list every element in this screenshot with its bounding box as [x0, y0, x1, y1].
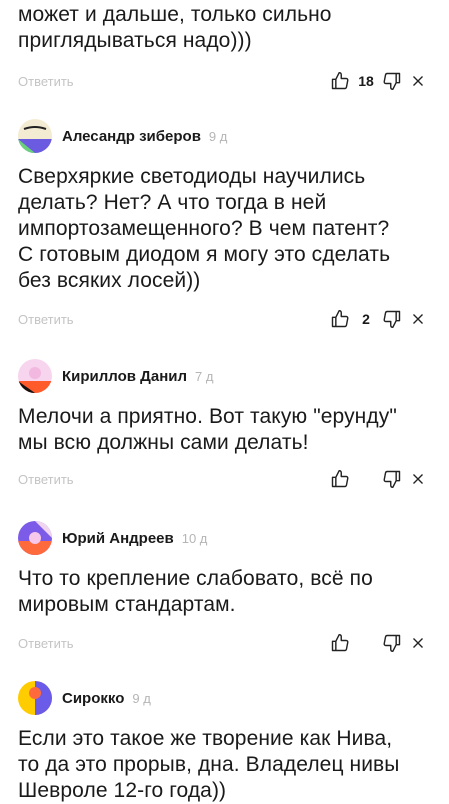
thumb-up-icon[interactable] — [327, 466, 353, 492]
thumb-down-icon[interactable] — [379, 68, 405, 94]
author-name[interactable]: Кириллов Данил — [62, 368, 187, 385]
comment-time: 9 д — [132, 690, 151, 706]
thumb-up-icon[interactable] — [327, 306, 353, 332]
more-icon[interactable] — [405, 306, 431, 332]
avatar[interactable] — [18, 119, 52, 153]
more-icon[interactable] — [405, 466, 431, 492]
comment: Юрий Андреев 10 д Что то крепление слабо… — [0, 518, 449, 658]
avatar[interactable] — [18, 359, 52, 393]
comment-text: Сверхяркие светодиоды научились делать? … — [18, 165, 391, 292]
comment-text: Что то крепление слабовато, всё по миров… — [18, 567, 373, 616]
like-count: 18 — [358, 73, 374, 89]
thumb-up-icon[interactable] — [327, 68, 353, 94]
thumb-down-icon[interactable] — [379, 630, 405, 656]
thumb-down-icon[interactable] — [379, 466, 405, 492]
like-count: 2 — [362, 311, 370, 327]
comment-text: Если это такое же творение как Нива, то … — [18, 727, 400, 802]
author-name[interactable]: Алесандр зиберов — [62, 128, 201, 145]
author-name[interactable]: Юрий Андреев — [62, 530, 174, 547]
author-name[interactable]: Сирокко — [62, 690, 124, 707]
comment-text: может и дальше, только сильно приглядыва… — [18, 3, 332, 52]
more-icon[interactable] — [405, 630, 431, 656]
avatar[interactable] — [18, 681, 52, 715]
comment-time: 9 д — [208, 128, 228, 144]
reply-button[interactable]: Ответить — [18, 312, 327, 327]
thumb-down-icon[interactable] — [379, 306, 405, 332]
comment: Сирокко 9 д Если это такое же творение к… — [0, 678, 449, 804]
comment-text: Мелочи а приятно. Вот такую "ерунду" мы … — [18, 405, 397, 454]
thumb-up-icon[interactable] — [327, 630, 353, 656]
comment-partial: может и дальше, только сильно приглядыва… — [0, 2, 449, 96]
comment-time: 10 д — [181, 530, 208, 546]
reply-button[interactable]: Ответить — [18, 472, 327, 487]
reply-button[interactable]: Ответить — [18, 636, 327, 651]
comment: Кириллов Данил 7 д Мелочи а приятно. Вот… — [0, 356, 449, 494]
comment-time: 7 д — [195, 368, 214, 384]
reply-button[interactable]: Ответить — [18, 74, 327, 89]
avatar[interactable] — [18, 521, 52, 555]
comment: Алесандр зиберов 9 д Сверхяркие светодио… — [0, 116, 449, 334]
more-icon[interactable] — [405, 68, 431, 94]
